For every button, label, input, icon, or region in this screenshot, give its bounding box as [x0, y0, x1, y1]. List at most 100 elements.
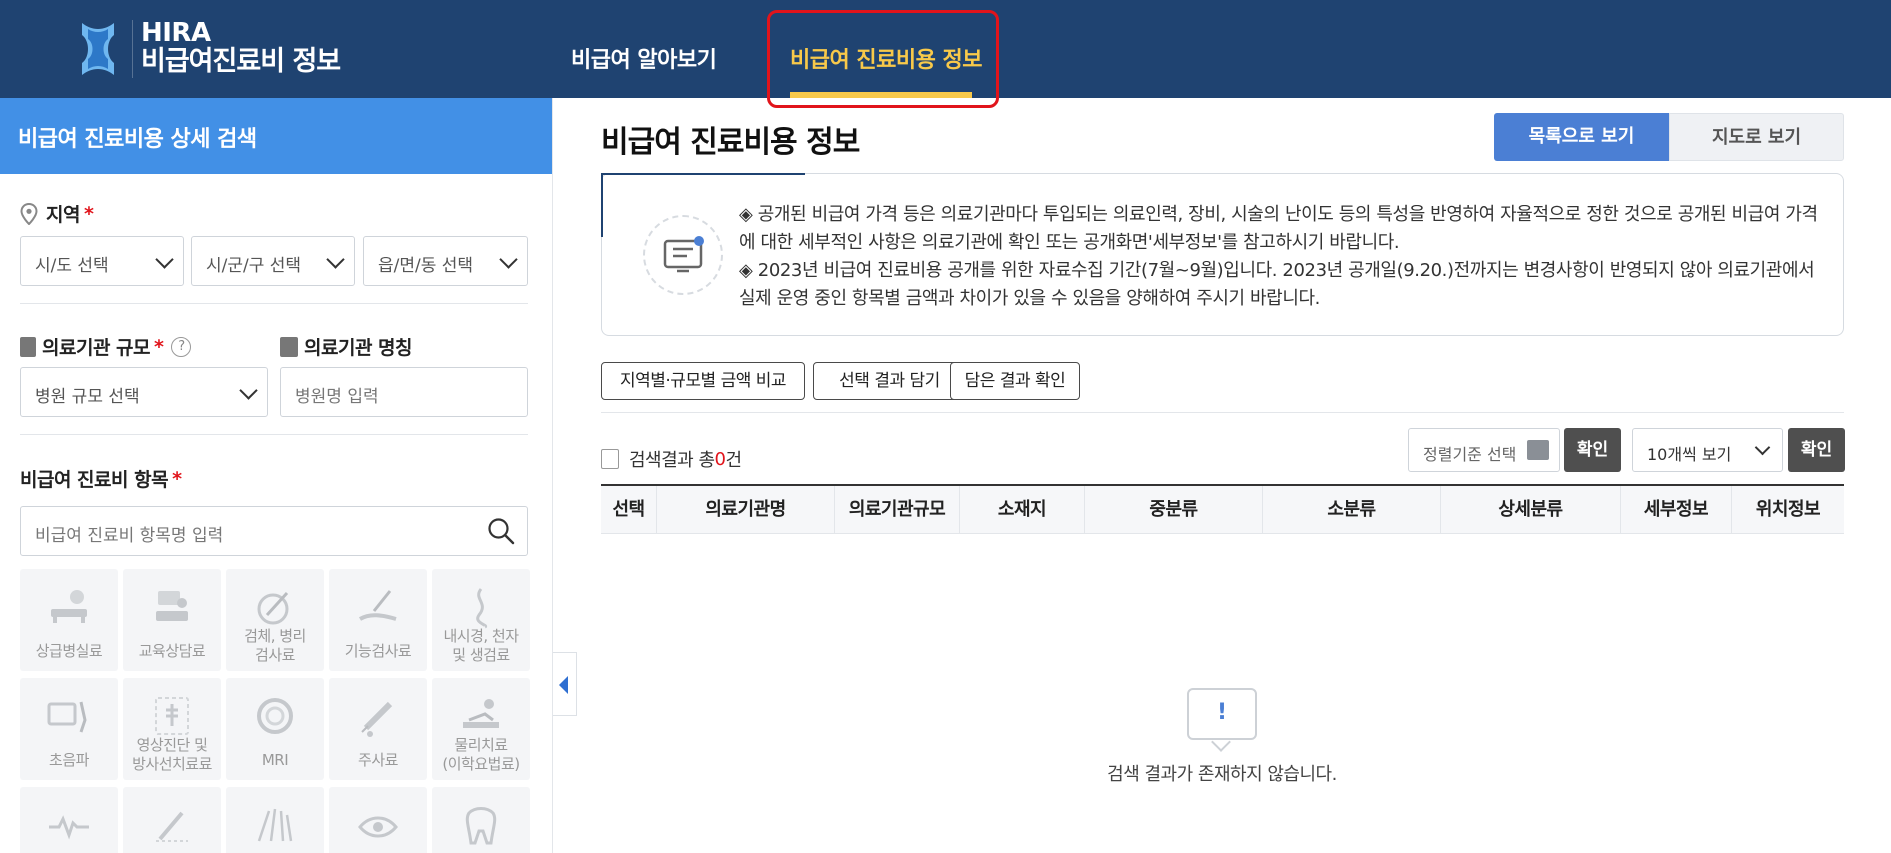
- ultrasound-icon: [47, 701, 87, 733]
- tile-item[interactable]: [123, 787, 221, 853]
- region-scale-compare-button[interactable]: 지역별·규모별 금액 비교: [601, 362, 805, 400]
- hospital-scale-select[interactable]: 병원 규모 선택: [20, 367, 268, 417]
- tile-label-line: 물리치료: [454, 736, 508, 754]
- column-select: 선택: [601, 486, 657, 534]
- scale-label-text: 의료기관 규모: [42, 337, 151, 359]
- chevron-down-icon: [155, 250, 174, 269]
- tile-label: MRI: [261, 751, 289, 769]
- sigungu-select[interactable]: 시/군/구 선택: [191, 236, 355, 286]
- empty-result-icon: !: [1187, 688, 1257, 740]
- save-selection-button[interactable]: 선택 결과 담기: [813, 362, 966, 400]
- chevron-down-icon: [499, 250, 518, 269]
- nav-active-underline: [790, 92, 972, 98]
- item-label: 비급여 진료비 항목 *: [20, 465, 182, 492]
- notice-accent: [601, 173, 805, 175]
- sidebar-collapse-toggle[interactable]: [553, 652, 577, 716]
- emd-select[interactable]: 읍/면/동 선택: [363, 236, 528, 286]
- notice-accent: [601, 173, 603, 237]
- item-search-input[interactable]: 비급여 진료비 항목명 입력: [20, 506, 528, 556]
- sort-confirm-button[interactable]: 확인: [1564, 428, 1621, 472]
- hospital-name-placeholder: 병원명 입력: [295, 387, 379, 407]
- physiotherapy-icon: [463, 699, 499, 728]
- monitor-card-icon: [663, 236, 704, 273]
- hospital-scale-value: 병원 규모 선택: [35, 387, 140, 407]
- notice-text: ◈ 공개된 비급여 가격 등은 의료기관마다 투입되는 의료인력, 장비, 시술…: [739, 201, 1821, 313]
- item-required-mark: *: [172, 467, 182, 490]
- region-required-mark: *: [83, 202, 94, 225]
- name-label: 의료기관 명칭: [280, 333, 413, 360]
- tile-label: 교육상담료: [138, 642, 206, 660]
- hospital-name-input[interactable]: 병원명 입력: [280, 367, 528, 417]
- tile-counseling[interactable]: 교육상담료: [123, 569, 221, 671]
- xray-icon: [155, 697, 189, 735]
- nav-noncovered-info[interactable]: 비급여 알아보기: [571, 42, 717, 74]
- column-location-info: 위치정보: [1755, 499, 1821, 520]
- specimen-icon: [257, 591, 289, 625]
- tile-label: 검체, 병리 검사료: [226, 627, 324, 665]
- result-suffix: 건: [725, 450, 742, 471]
- tile-imaging[interactable]: 영상진단 및 방사선치료료: [123, 678, 221, 780]
- list-view-button[interactable]: 목록으로 보기: [1494, 113, 1669, 161]
- tile-function-test[interactable]: 기능검사료: [329, 569, 427, 671]
- acupuncture-icon: [257, 808, 293, 842]
- eye-icon: [358, 816, 398, 838]
- syringe-icon: [361, 701, 393, 737]
- tile-specimen[interactable]: 검체, 병리 검사료: [226, 569, 324, 671]
- tile-room[interactable]: 상급병실료: [20, 569, 118, 671]
- hospital-card-icon: [280, 336, 298, 357]
- tile-injection[interactable]: 주사료: [329, 678, 427, 780]
- notice-line-2: ◈ 2023년 비급여 진료비용 공개를 위한 자료수집 기간(7월~9월)입니…: [739, 260, 1815, 309]
- tile-item[interactable]: [20, 787, 118, 853]
- page-size-confirm-button[interactable]: 확인: [1788, 428, 1845, 472]
- empty-result-message: 검색 결과가 존재하지 않습니다.: [1107, 764, 1337, 785]
- sido-select-value: 시/도 선택: [35, 256, 109, 276]
- sort-select[interactable]: 정렬기준 선택: [1408, 428, 1560, 472]
- tile-item[interactable]: [432, 787, 530, 853]
- site-logo[interactable]: HIRA 비급여진료비 정보: [78, 20, 341, 78]
- sigungu-select-value: 시/군/구 선택: [206, 256, 302, 276]
- hira-logo-icon: [82, 23, 114, 75]
- map-view-button[interactable]: 지도로 보기: [1669, 113, 1844, 161]
- tile-label-line: 및 생검료: [452, 646, 510, 664]
- chevron-down-icon: [326, 250, 345, 269]
- check-saved-button[interactable]: 담은 결과 확인: [950, 362, 1080, 400]
- tile-label-line: 내시경, 천자: [443, 627, 519, 645]
- tile-endoscope[interactable]: 내시경, 천자 및 생검료: [432, 569, 530, 671]
- tile-physiotherapy[interactable]: 물리치료 (이학요법료): [432, 678, 530, 780]
- surgery-icon: [156, 811, 188, 842]
- column-location: 소재지: [960, 486, 1085, 534]
- column-hospital-name: 의료기관명: [657, 486, 835, 534]
- mri-icon: [257, 698, 293, 734]
- tile-label-line: 검사료: [255, 646, 295, 664]
- document-icon: [601, 449, 619, 469]
- heartbeat-icon: [49, 815, 89, 840]
- tile-item[interactable]: [226, 787, 324, 853]
- tile-item[interactable]: [329, 787, 427, 853]
- tile-label: 초음파: [49, 751, 89, 769]
- page-size-select[interactable]: 10개씩 보기: [1632, 428, 1783, 472]
- name-label-text: 의료기관 명칭: [304, 337, 413, 359]
- tile-mri[interactable]: MRI: [226, 678, 324, 780]
- tile-label-line: (이학요법료): [442, 755, 520, 773]
- notice-icon: [643, 215, 723, 295]
- column-sub-category: 소분류: [1263, 486, 1441, 534]
- tooth-icon: [465, 807, 497, 845]
- emd-select-value: 읍/면/동 선택: [378, 256, 474, 276]
- logo-text: HIRA 비급여진료비 정보: [132, 20, 341, 78]
- tile-label: 기능검사료: [344, 642, 412, 660]
- sido-select[interactable]: 시/도 선택: [20, 236, 184, 286]
- result-prefix: 검색결과 총: [629, 450, 715, 471]
- tile-ultrasound[interactable]: 초음파: [20, 678, 118, 780]
- item-search-placeholder: 비급여 진료비 항목명 입력: [35, 526, 224, 546]
- tile-label: 물리치료 (이학요법료): [432, 736, 530, 774]
- sidebar-divider: [20, 303, 528, 304]
- function-test-icon: [358, 590, 397, 621]
- help-icon[interactable]: ?: [171, 336, 192, 357]
- search-icon[interactable]: [487, 517, 515, 545]
- nav-noncovered-cost[interactable]: 비급여 진료비용 정보: [790, 42, 982, 74]
- column-detail-info: 세부정보: [1621, 486, 1732, 534]
- main-divider: [601, 412, 1844, 413]
- sidebar-title: 비급여 진료비용 상세 검색: [0, 98, 552, 174]
- result-number: 0: [714, 448, 726, 470]
- chevron-down-icon: [1754, 439, 1771, 456]
